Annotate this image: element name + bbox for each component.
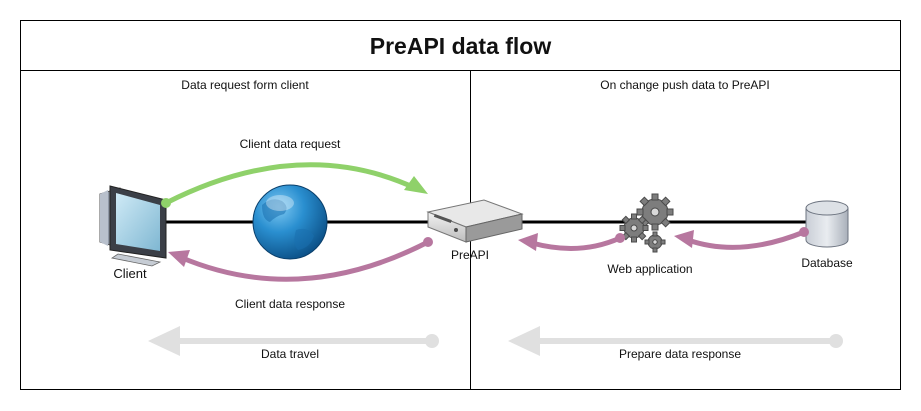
web-application-gears-icon	[619, 193, 674, 253]
database-label: Database	[801, 256, 853, 270]
client-request-label: Client data request	[239, 137, 341, 151]
section-left-title: Data request form client	[181, 78, 309, 92]
database-to-webapp-arrow	[674, 227, 809, 250]
client-label: Client	[113, 266, 147, 281]
database-icon	[805, 200, 849, 248]
diagram-title: PreAPI data flow	[369, 33, 552, 59]
section-right-title: On change push data to PreAPI	[600, 78, 770, 92]
flow-diagram	[20, 20, 901, 390]
preapi-server-icon	[426, 199, 524, 243]
data-travel-label: Data travel	[260, 347, 320, 361]
prepare-response-label: Prepare data response	[618, 347, 742, 361]
internet-globe-icon	[252, 184, 328, 260]
preapi-label: PreAPI	[450, 248, 489, 262]
webapp-to-preapi-arrow	[518, 233, 625, 251]
web-application-label: Web application	[607, 262, 693, 276]
client-response-label: Client data response	[234, 297, 346, 311]
client-computer-icon	[99, 185, 167, 267]
